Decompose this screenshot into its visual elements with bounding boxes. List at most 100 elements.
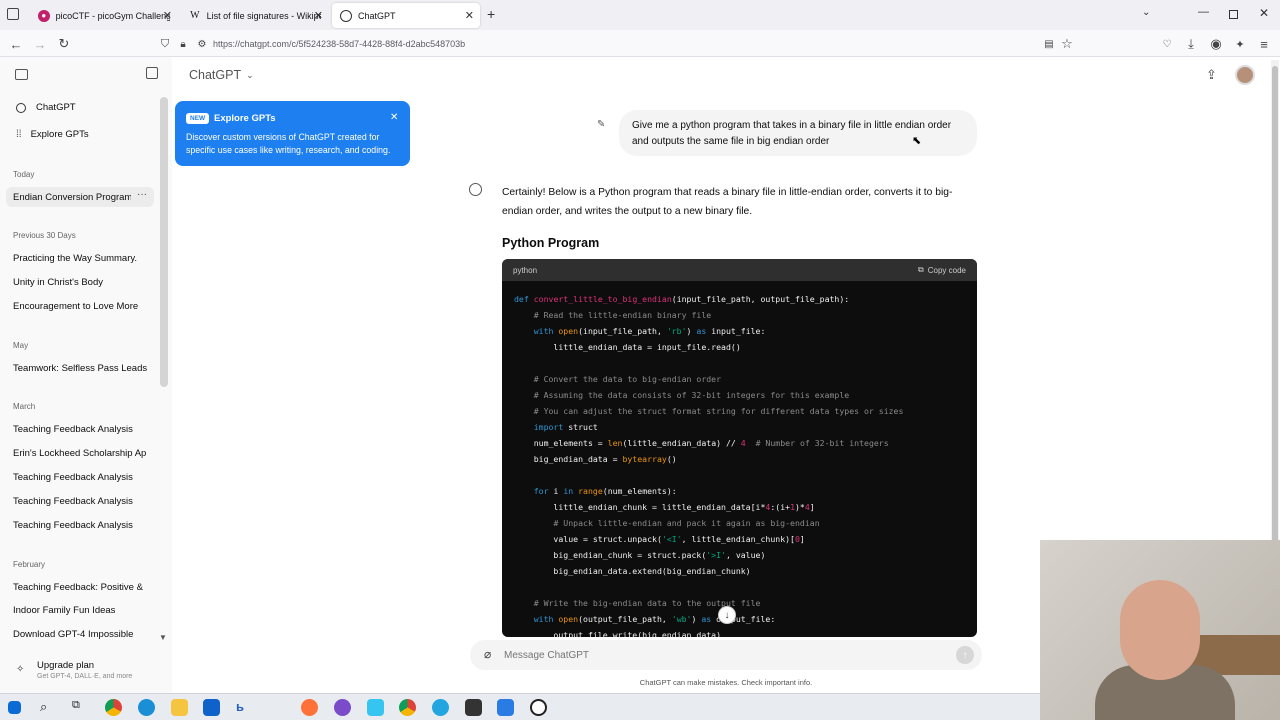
tab-list-chevron-icon[interactable]: ⌄ [1142,7,1150,18]
url-text[interactable]: https://chatgpt.com/c/5f524238-58d7-4428… [213,39,465,49]
conversation-item[interactable]: Erin's Lockheed Scholarship Appl [13,448,146,459]
extensions-icon[interactable]: ✦ [1231,35,1249,53]
task-view-icon[interactable]: ⧉ [72,699,89,716]
minimize-icon[interactable]: — [1198,6,1209,18]
app-icon[interactable] [497,699,514,716]
conversation-item[interactable]: Teamwork: Selfless Pass Leads [13,363,153,374]
avatar[interactable] [1235,65,1255,85]
upgrade-plan-button[interactable]: ✧ Upgrade plan Get GPT-4, DALL·E, and mo… [13,658,163,684]
chatgpt-favicon-icon [340,9,352,22]
sidebar-item-chatgpt[interactable]: ChatGPT [16,102,76,113]
reader-view-icon[interactable]: ▤ [1040,35,1058,53]
sidebar-item-label: ChatGPT [36,102,76,113]
conversation-item[interactable]: Teaching Feedback: Positive & Ne [13,582,146,593]
browser-tab-chatgpt[interactable]: ChatGPT ✕ [332,3,480,28]
tab-title: List of file signatures - Wikipedia [206,10,321,21]
sidebar: ChatGPT ⁞⁞ Explore GPTs Today Endian Con… [0,57,172,693]
scroll-down-chevron-icon[interactable]: ▼ [159,633,167,642]
tab-overview-icon[interactable] [7,8,19,20]
picoctf-favicon-icon: ● [38,9,50,22]
message-input[interactable] [504,646,934,664]
pocket-icon[interactable]: ♡ [1158,35,1176,53]
section-heading: Previous 30 Days [13,231,76,240]
webcam-overlay [1040,540,1280,720]
shield-icon[interactable]: ⛉ [156,35,174,53]
forward-arrow-icon[interactable]: → [31,35,49,53]
edge-icon[interactable] [138,699,155,716]
app-icon[interactable] [334,699,351,716]
restore-icon[interactable] [1229,10,1238,19]
conversation-item[interactable]: Unity in Christ's Body [13,277,153,288]
edit-message-icon[interactable]: ✎ [597,119,605,130]
assistant-intro: Certainly! Below is a Python program tha… [502,187,953,217]
app-icon[interactable]: ь [236,699,253,716]
bookmark-star-icon[interactable]: ☆ [1058,35,1076,53]
tab-title: ChatGPT [358,10,396,21]
arrow-up-icon: ↑ [962,649,968,661]
mouse-cursor-icon: ⬉ [912,135,922,147]
chatgpt-icon[interactable] [530,699,547,716]
arrow-down-icon: ↓ [724,609,730,621]
app-icon[interactable] [465,699,482,716]
browser-tab-wikipedia[interactable]: W List of file signatures - Wikipedia ✕ [181,3,329,28]
conversation-item[interactable]: Download GPT-4 Impossible [13,629,153,640]
conversation-item[interactable]: Teaching Feedback Analysis [13,424,153,435]
section-heading: May [13,341,29,350]
conversation-item[interactable]: Teaching Feedback Analysis [13,472,153,483]
disclaimer: ChatGPT can make mistakes. Check importa… [639,678,813,687]
more-options-icon[interactable]: ··· [137,189,147,200]
model-name: ChatGPT [189,68,242,82]
section-heading: Python Program [502,236,600,250]
chrome-icon[interactable] [105,699,122,716]
conversation-item[interactable]: Endian Conversion Program [13,192,131,203]
toggle-sidebar-icon[interactable] [15,69,28,80]
conversation-item[interactable]: Practicing the Way Summary. [13,253,153,264]
close-icon[interactable]: ✕ [314,9,323,22]
webcam-person-head [1120,580,1200,680]
sidebar-scrollbar[interactable] [160,97,168,387]
attach-icon[interactable]: ⌀ [484,647,491,661]
upgrade-title: Upgrade plan [37,660,95,671]
account-icon[interactable]: ◉ [1207,35,1225,53]
sidebar-item-explore-gpts[interactable]: ⁞⁞ Explore GPTs [16,129,89,140]
model-selector[interactable]: ChatGPT ⌄ [189,68,254,82]
url-bar[interactable]: https://chatgpt.com/c/5f524238-58d7-4428… [213,33,1033,54]
download-icon[interactable]: ⤓ [1182,35,1200,53]
section-heading: Today [13,170,35,179]
back-arrow-icon[interactable]: ← [7,35,25,53]
browser-tab-picoctf[interactable]: ● picoCTF - picoGym Challenges ✕ [30,3,178,28]
windows-start-icon[interactable] [8,701,21,714]
scroll-to-bottom-button[interactable]: ↓ [718,606,736,624]
outlook-icon[interactable] [203,699,220,716]
new-chat-icon[interactable] [146,67,158,79]
copy-icon: ⧉ [918,265,924,274]
conversation-item[interactable]: Teaching Feedback Analysis [13,520,153,531]
close-icon[interactable]: ✕ [163,9,172,22]
search-icon[interactable]: ⌕ [40,699,57,716]
share-icon[interactable]: ⇪ [1206,67,1217,83]
wikipedia-favicon-icon: W [190,10,200,21]
lock-icon[interactable]: 🔒︎ [174,35,192,53]
firefox-icon[interactable] [301,699,318,716]
new-tab-icon[interactable]: + [487,6,495,22]
slack-icon[interactable] [367,699,384,716]
chrome-icon[interactable] [399,699,416,716]
browser-tab-strip: ● picoCTF - picoGym Challenges ✕ W List … [0,0,1280,30]
tab-title: picoCTF - picoGym Challenges [55,10,170,21]
send-button[interactable]: ↑ [956,646,974,664]
menu-icon[interactable]: ≡ [1255,35,1273,53]
app-icon[interactable] [432,699,449,716]
conversation-item[interactable]: Encouragement to Love More [13,301,153,312]
conversation-item[interactable]: Teaching Feedback Analysis [13,496,153,507]
close-icon[interactable]: ✕ [390,112,398,123]
close-icon[interactable]: ✕ [465,9,474,22]
conversation-item[interactable]: Indoor Family Fun Ideas [13,605,153,616]
explore-gpts-popup[interactable]: NEW Explore GPTs ✕ Discover custom versi… [175,101,410,166]
file-explorer-icon[interactable] [171,699,188,716]
code-content[interactable]: def convert_little_to_big_endian(input_f… [502,281,977,637]
page-settings-icon[interactable]: ⚙ [193,35,211,53]
reload-icon[interactable]: ↻ [55,35,73,53]
window-close-icon[interactable]: ✕ [1259,6,1269,20]
grid-icon: ⁞⁞ [16,129,22,140]
copy-code-button[interactable]: ⧉ Copy code [918,265,966,275]
